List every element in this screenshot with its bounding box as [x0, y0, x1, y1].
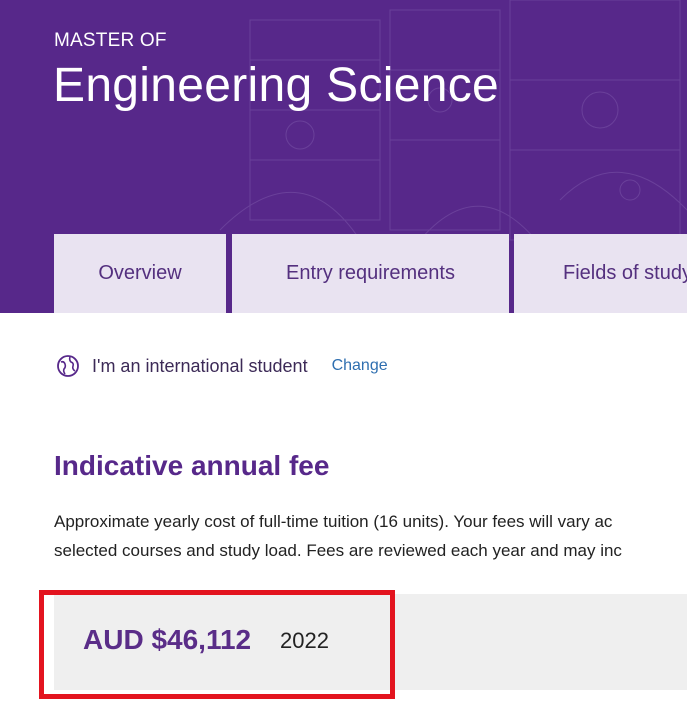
change-link[interactable]: Change	[332, 357, 388, 375]
hero-eyebrow: MASTER OF	[54, 30, 167, 51]
tab-label: Fields of study	[563, 262, 687, 284]
tab-label: Entry requirements	[286, 262, 455, 284]
page-title: Engineering Science	[53, 59, 499, 112]
tab-label: Overview	[98, 262, 182, 284]
fee-description: Approximate yearly cost of full-time tui…	[54, 507, 687, 565]
fee-description-line: Approximate yearly cost of full-time tui…	[54, 512, 613, 531]
student-status-text: I'm an international student	[92, 355, 308, 376]
fee-heading: Indicative annual fee	[54, 450, 330, 481]
tab-fields-of-study[interactable]: Fields of study	[514, 234, 687, 313]
fee-description-line: selected courses and study load. Fees ar…	[54, 541, 622, 560]
highlight-box	[39, 590, 395, 699]
student-status: I'm an international student Change	[56, 352, 388, 380]
tab-entry-requirements[interactable]: Entry requirements	[232, 234, 509, 313]
globe-icon	[57, 355, 79, 377]
tab-overview[interactable]: Overview	[54, 234, 226, 313]
